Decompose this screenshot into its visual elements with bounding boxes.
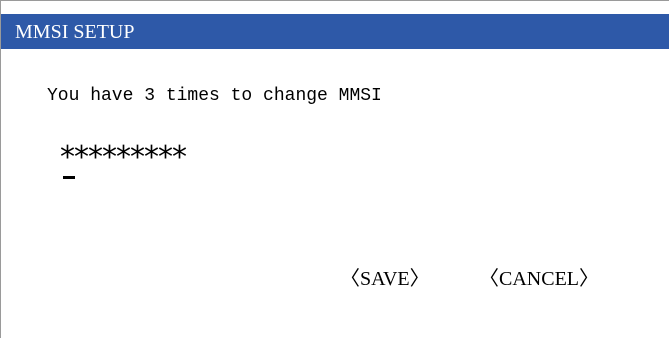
title-bar: MMSI SETUP [1, 14, 669, 49]
page-title: MMSI SETUP [15, 21, 135, 43]
left-border [0, 0, 1, 338]
input-cursor [63, 176, 75, 179]
mmsi-input[interactable]: ********* [60, 142, 187, 174]
save-button[interactable]: 〈SAVE〉 [340, 266, 430, 292]
top-border [0, 0, 669, 1]
cancel-button[interactable]: 〈CANCEL〉 [479, 266, 599, 292]
mmsi-setup-screen: MMSI SETUP You have 3 times to change MM… [0, 0, 669, 338]
change-count-message: You have 3 times to change MMSI [47, 86, 382, 106]
